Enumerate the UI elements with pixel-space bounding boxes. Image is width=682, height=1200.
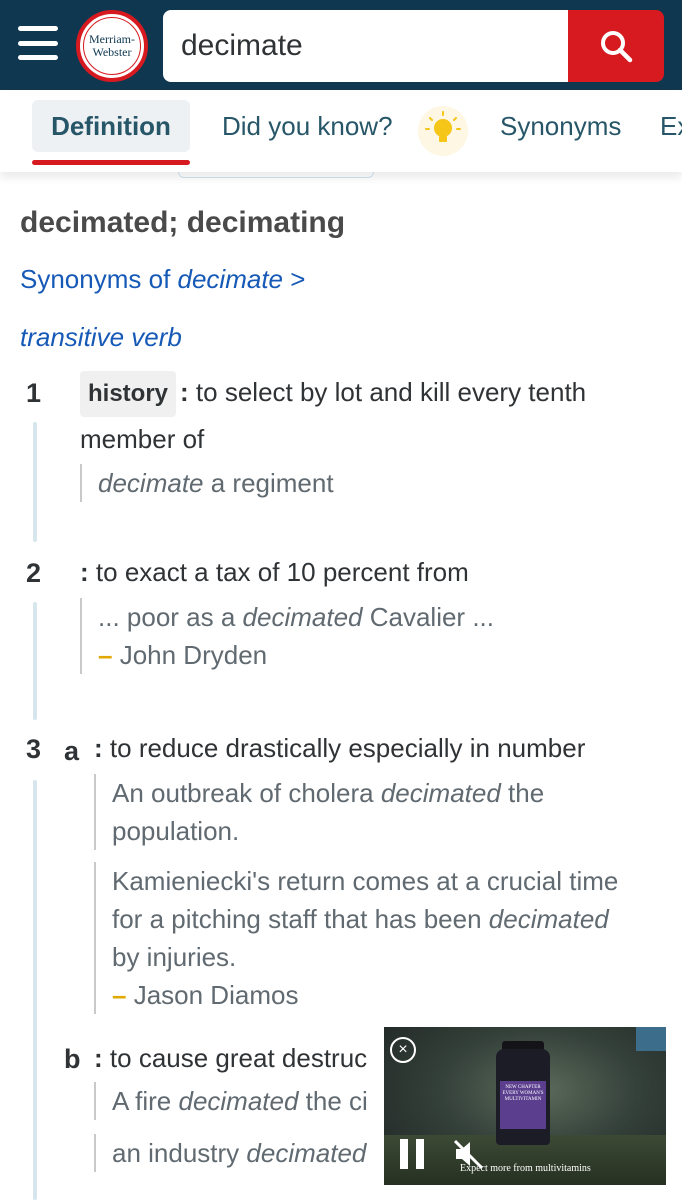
part-of-speech: transitive verb xyxy=(20,322,182,352)
inflected-forms: decimated; decimating xyxy=(20,206,346,239)
product-label: NEW CHAPTER EVERY WOMAN'S MULTIVITAMIN xyxy=(500,1081,546,1129)
search-button[interactable] xyxy=(568,10,664,82)
tab-synonyms[interactable]: Synonyms xyxy=(500,100,621,152)
example-author: John Dryden xyxy=(119,640,268,670)
example-sentence: A fire decimated the ci xyxy=(94,1082,394,1120)
tab-definition[interactable]: Definition xyxy=(32,100,190,152)
pause-icon[interactable] xyxy=(400,1139,424,1169)
synonyms-link[interactable]: Synonyms of decimate > xyxy=(20,264,305,295)
search-icon xyxy=(601,31,633,63)
example-sentence: ... poor as a decimated Cavalier ... – J… xyxy=(80,598,640,674)
ad-info-corner[interactable] xyxy=(636,1027,666,1051)
usage-label: history xyxy=(80,371,177,417)
sense-divider xyxy=(33,602,37,720)
pill-button-peek xyxy=(178,172,374,178)
sense-definition: history: to select by lot and kill every… xyxy=(80,370,660,461)
sense-number: 1 xyxy=(26,378,42,408)
sense-number: 3 xyxy=(26,734,42,764)
lightbulb-icon xyxy=(418,106,468,156)
example-sentence: decimate a regiment xyxy=(80,464,640,502)
sense-divider xyxy=(33,780,37,1200)
attribution-dash: – xyxy=(98,640,113,670)
tab-examples[interactable]: Ex xyxy=(660,100,682,152)
sense-definition: : to cause great destruc xyxy=(94,1043,368,1073)
section-tabs: Definition Did you know? Synonyms Ex xyxy=(0,92,682,172)
video-ad[interactable]: NEW CHAPTER EVERY WOMAN'S MULTIVITAMIN ×… xyxy=(384,1027,666,1185)
merriam-webster-logo[interactable]: Merriam- Webster xyxy=(76,10,148,82)
active-tab-indicator xyxy=(32,160,190,165)
example-sentence: an industry decimated xyxy=(94,1134,394,1172)
example-author: Jason Diamos xyxy=(133,980,299,1010)
sense-number: 2 xyxy=(26,558,42,588)
search-input[interactable]: decimate xyxy=(163,10,568,82)
top-header: Merriam- Webster decimate xyxy=(0,0,682,90)
example-sentence: An outbreak of cholera decimated the pop… xyxy=(94,774,634,850)
sense-letter: b xyxy=(64,1044,81,1074)
menu-icon[interactable] xyxy=(18,26,58,60)
close-icon[interactable]: × xyxy=(390,1037,416,1063)
attribution-dash: – xyxy=(112,980,127,1010)
sense-definition: : to exact a tax of 10 percent from xyxy=(80,557,469,587)
tab-did-you-know[interactable]: Did you know? xyxy=(222,100,393,152)
chevron-right-icon: > xyxy=(290,264,306,294)
sense-divider xyxy=(33,422,37,542)
example-sentence: Kamieniecki's return comes at a crucial … xyxy=(94,862,634,1014)
sense-letter: a xyxy=(64,736,80,766)
ad-cta-text[interactable]: Expect more from multivitamins xyxy=(460,1163,591,1174)
sense-definition: : to reduce drastically especially in nu… xyxy=(94,733,586,763)
